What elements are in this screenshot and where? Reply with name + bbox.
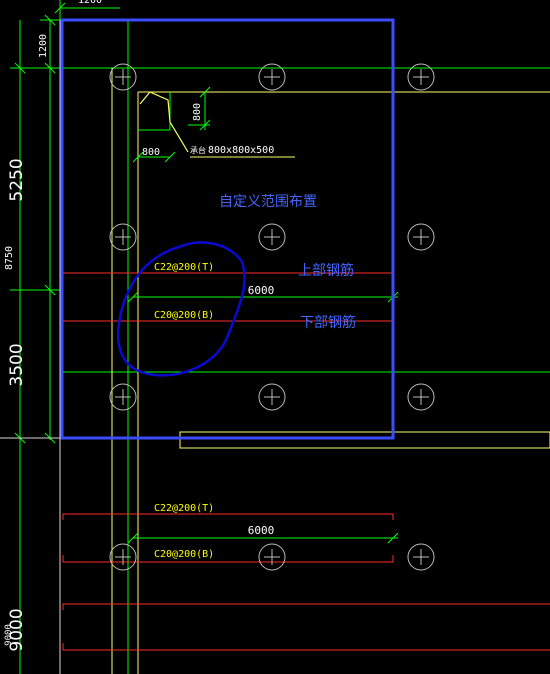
- dimension-5250-text: 5250: [7, 158, 27, 201]
- pile-cap-dim-vertical: 800: [192, 103, 203, 121]
- top-rebar-annotation: 上部钢筋: [298, 262, 354, 279]
- pile-cap-dim-horizontal: 800: [142, 147, 160, 158]
- dimension-3500-text: 3500: [7, 343, 27, 386]
- custom-range-annotation: 自定义范围布置: [219, 193, 317, 210]
- span-6000-upper: 6000: [248, 284, 275, 297]
- rebar-bottom-label-lower: C20@200(B): [154, 549, 214, 560]
- top-dimension-text: 1200: [78, 0, 102, 6]
- pile-cap-size-label: 800x800x500: [208, 145, 274, 156]
- rebar-top-label-upper: C22@200(T): [154, 262, 214, 273]
- rebar-bottom-label-upper: C20@200(B): [154, 310, 214, 321]
- span-6000-lower: 6000: [248, 524, 275, 537]
- cad-drawing-canvas[interactable]: 1200 1200 5250 8750 3500 9000 9000 6000: [0, 0, 550, 674]
- rebar-top-label-lower: C22@200(T): [154, 503, 214, 514]
- bottom-rebar-annotation: 下部钢筋: [300, 314, 356, 331]
- canvas-background: [0, 0, 550, 674]
- dimension-9000-small-text: 9000: [4, 624, 14, 646]
- pile-cap-tag: 承台: [190, 145, 206, 155]
- dimension-8750-text: 8750: [4, 246, 15, 270]
- dimension-1200-text: 1200: [38, 34, 49, 58]
